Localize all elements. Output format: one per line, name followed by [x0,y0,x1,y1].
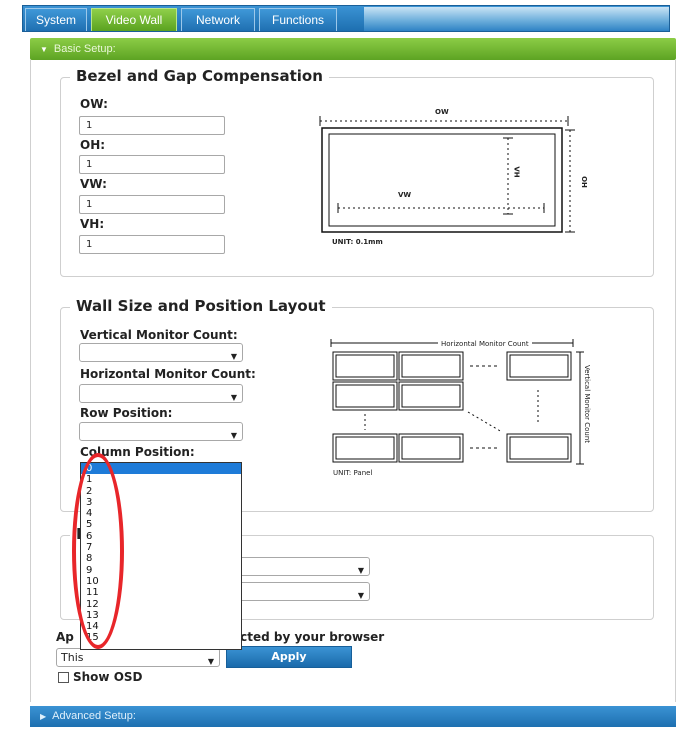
vw-input[interactable]: 1 [79,195,225,214]
basic-setup-header[interactable]: ▼ Basic Setup: [30,38,676,60]
horizontal-count-diagram-label: Horizontal Monitor Count [438,340,532,348]
tab-bar: System Video Wall Network Functions [22,5,670,32]
chevron-down-icon: ▼ [357,566,364,575]
vh-input[interactable]: 1 [79,235,225,254]
ow-input[interactable]: 1 [79,116,225,135]
tab-network[interactable]: Network [181,8,255,31]
ow-label: OW: [80,97,108,111]
vertical-count-select[interactable]: ▼ [79,343,243,362]
chevron-down-icon: ▼ [207,657,214,666]
apply-label-left: Ap [56,630,74,644]
wall-unit-label: UNIT: Panel [333,469,373,477]
vertical-count-label: Vertical Monitor Count: [80,328,238,342]
apply-button[interactable]: Apply [226,646,352,668]
advanced-setup-label: Advanced Setup: [52,710,136,722]
vw-label: VW: [80,177,107,191]
horizontal-count-label: Horizontal Monitor Count: [80,367,256,381]
bezel-title: Bezel and Gap Compensation [70,67,329,85]
vertical-count-diagram-label: Vertical Monitor Count [583,361,592,447]
chevron-down-icon: ▼ [230,431,237,440]
annotation-ellipse [72,453,124,649]
expand-arrow-icon: ▼ [40,45,48,54]
show-osd-label: Show OSD [73,670,143,684]
chevron-down-icon: ▼ [357,591,364,600]
wall-title: Wall Size and Position Layout [70,297,332,315]
bezel-unit-label: UNIT: 0.1mm [332,238,383,246]
vh-label: VH: [80,217,105,231]
chevron-down-icon: ▼ [230,393,237,402]
oh-input[interactable]: 1 [79,155,225,174]
row-position-label: Row Position: [80,406,173,420]
vw-diagram-label: VW [398,191,412,199]
show-osd-checkbox[interactable] [58,672,69,683]
tab-bar-fill [364,7,669,31]
row-position-select[interactable]: ▼ [79,422,243,441]
advanced-setup-header[interactable]: ▶ Advanced Setup: [30,706,676,727]
apply-label-right: ected by your browser [232,630,385,644]
expand-arrow-icon: ▶ [40,712,47,721]
chevron-down-icon: ▼ [230,352,237,361]
wall-diagram [330,339,584,465]
vh-diagram-label: VH [512,166,521,178]
tab-system[interactable]: System [25,8,87,31]
basic-setup-label: Basic Setup: [53,43,116,55]
horizontal-count-select[interactable]: ▼ [79,384,243,403]
apply-mode-select[interactable]: This ▼ [56,648,220,667]
tab-video-wall[interactable]: Video Wall [91,8,177,31]
oh-label: OH: [80,138,106,152]
oh-diagram-label: OH [579,176,588,188]
ow-diagram-label: OW [435,108,449,116]
tab-functions[interactable]: Functions [259,8,337,31]
bezel-diagram [319,116,575,233]
